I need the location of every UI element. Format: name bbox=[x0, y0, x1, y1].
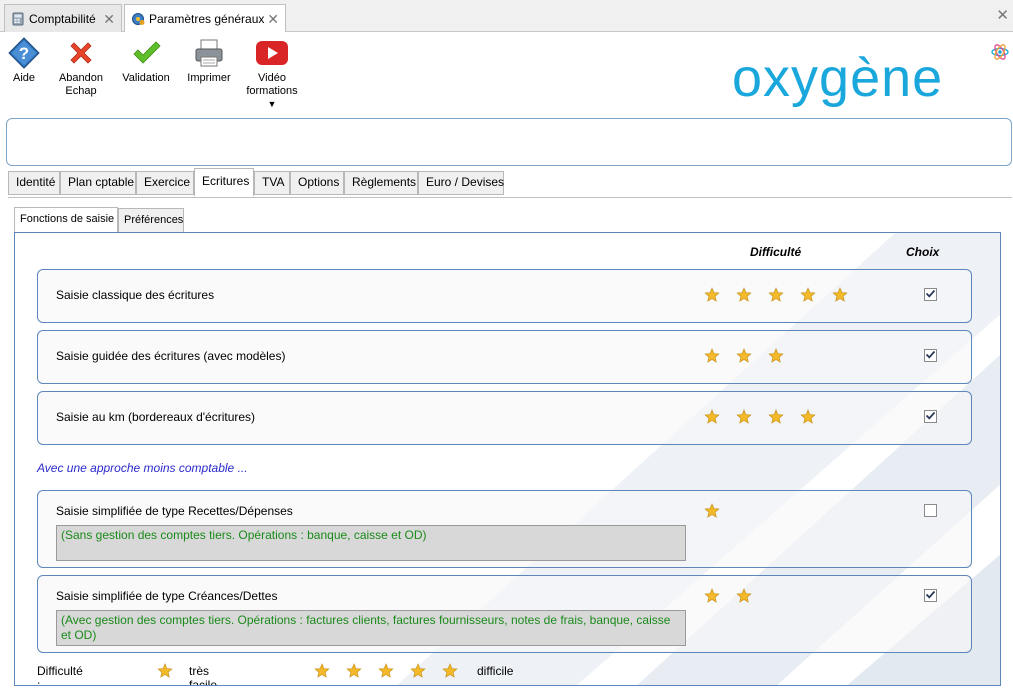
tab-plan-cptable[interactable]: Plan cptable bbox=[60, 171, 136, 195]
atom-logo-icon bbox=[990, 42, 1010, 62]
choice-header: Choix bbox=[906, 245, 940, 259]
print-label: Imprimer bbox=[187, 72, 231, 84]
legend-title: Difficulté : bbox=[37, 664, 83, 686]
star-icon bbox=[736, 409, 752, 425]
star-icon bbox=[378, 663, 394, 679]
simple-option-card: Saisie simplifiée de type Recettes/Dépen… bbox=[37, 490, 972, 568]
validate-label: Validation bbox=[122, 72, 170, 84]
legend-easy-label: très facile bbox=[189, 664, 218, 686]
star-icon bbox=[314, 663, 330, 679]
video-play-icon bbox=[255, 36, 289, 70]
option-label: Saisie simplifiée de type Recettes/Dépen… bbox=[56, 504, 293, 518]
option-checkbox[interactable] bbox=[924, 288, 937, 301]
close-icon[interactable]: ✕ bbox=[267, 11, 279, 28]
settings-gear-icon bbox=[131, 12, 145, 26]
check-mark-icon bbox=[925, 288, 936, 302]
subtab-preferences[interactable]: Préférences bbox=[118, 208, 184, 233]
svg-text:?: ? bbox=[19, 44, 29, 63]
help-label: Aide bbox=[12, 72, 36, 84]
star-icon bbox=[704, 503, 720, 519]
difficulty-stars bbox=[704, 503, 736, 519]
star-icon bbox=[800, 409, 816, 425]
app-window: Comptabilité ✕ Paramètres généraux ✕ ✕ ?… bbox=[0, 0, 1013, 691]
option-label: Saisie au km (bordereaux d'écritures) bbox=[56, 410, 256, 424]
video-training-button[interactable]: Vidéo formations ▼ bbox=[244, 36, 300, 109]
tab-euro-devises[interactable]: Euro / Devises bbox=[418, 171, 504, 195]
star-icon bbox=[736, 348, 752, 364]
dropdown-arrow-icon[interactable]: ▼ bbox=[268, 99, 277, 109]
help-icon: ? bbox=[7, 36, 41, 70]
tab-identite[interactable]: Identité bbox=[8, 171, 60, 195]
star-icon bbox=[768, 287, 784, 303]
option-label: Saisie simplifiée de type Créances/Dette… bbox=[56, 589, 278, 603]
legend-hard-label: difficile bbox=[477, 664, 514, 678]
star-icon bbox=[832, 287, 848, 303]
tab-tva[interactable]: TVA bbox=[254, 171, 290, 195]
cancel-button[interactable]: Abandon Echap bbox=[56, 36, 106, 98]
simple-option-card: Saisie simplifiée de type Créances/Dette… bbox=[37, 575, 972, 653]
print-button[interactable]: Imprimer bbox=[186, 36, 232, 85]
option-checkbox[interactable] bbox=[924, 504, 937, 517]
validate-button[interactable]: Validation bbox=[120, 36, 172, 85]
star-icon bbox=[704, 588, 720, 604]
star-icon bbox=[704, 409, 720, 425]
tab-options[interactable]: Options bbox=[290, 171, 344, 195]
video-label: Vidéo formations bbox=[246, 72, 298, 97]
doc-tab-label: Paramètres généraux bbox=[149, 12, 265, 26]
subtab-fonctions-de-saisie[interactable]: Fonctions de saisie bbox=[14, 207, 118, 233]
option-description: (Sans gestion des comptes tiers. Opérati… bbox=[56, 525, 686, 561]
star-icon bbox=[410, 663, 426, 679]
cancel-x-icon bbox=[64, 36, 98, 70]
help-button[interactable]: ? Aide bbox=[6, 36, 42, 85]
star-icon bbox=[768, 348, 784, 364]
tab-ecritures[interactable]: Ecritures bbox=[194, 168, 254, 196]
option-checkbox[interactable] bbox=[924, 349, 937, 362]
tab-exercice[interactable]: Exercice bbox=[136, 171, 194, 195]
checkmark-icon bbox=[129, 36, 163, 70]
star-icon bbox=[736, 588, 752, 604]
oxygene-logo: oxygène bbox=[732, 48, 944, 108]
option-card: Saisie classique des écritures bbox=[37, 269, 972, 323]
star-icon bbox=[157, 663, 173, 679]
doc-tab-comptabilite[interactable]: Comptabilité ✕ bbox=[4, 4, 122, 32]
close-icon[interactable]: ✕ bbox=[103, 11, 115, 28]
calculator-icon bbox=[11, 12, 25, 26]
option-checkbox[interactable] bbox=[924, 410, 937, 423]
window-close-icon[interactable]: ✕ bbox=[996, 6, 1009, 24]
fonctions-de-saisie-panel: Difficulté Choix Saisie classique des éc… bbox=[14, 232, 1001, 686]
difficulty-stars bbox=[704, 588, 768, 604]
star-icon bbox=[704, 348, 720, 364]
star-icon bbox=[768, 409, 784, 425]
difficulty-header: Difficulté bbox=[750, 245, 802, 259]
doc-tab-parametres-generaux[interactable]: Paramètres généraux ✕ bbox=[124, 4, 286, 33]
toolbar: ? Aide Abandon Echap Validation Imprimer bbox=[0, 32, 1013, 114]
tab-strip-line bbox=[8, 197, 1012, 198]
legend-hard-stars bbox=[314, 663, 474, 679]
info-panel bbox=[6, 118, 1012, 166]
difficulty-stars bbox=[704, 287, 864, 303]
tab-reglements[interactable]: Règlements bbox=[344, 171, 418, 195]
check-mark-icon bbox=[925, 349, 936, 363]
option-label: Saisie classique des écritures bbox=[56, 288, 215, 302]
option-card: Saisie guidée des écritures (avec modèle… bbox=[37, 330, 972, 384]
star-icon bbox=[442, 663, 458, 679]
star-icon bbox=[704, 287, 720, 303]
star-icon bbox=[736, 287, 752, 303]
star-icon bbox=[800, 287, 816, 303]
check-mark-icon bbox=[925, 410, 936, 424]
option-checkbox[interactable] bbox=[924, 589, 937, 602]
cancel-label: Abandon Echap bbox=[58, 72, 104, 97]
option-card: Saisie au km (bordereaux d'écritures) bbox=[37, 391, 972, 445]
option-label: Saisie guidée des écritures (avec modèle… bbox=[56, 349, 286, 363]
legend-easy-stars bbox=[157, 663, 189, 679]
star-icon bbox=[346, 663, 362, 679]
document-tabs: Comptabilité ✕ Paramètres généraux ✕ ✕ bbox=[0, 0, 1013, 33]
difficulty-stars bbox=[704, 348, 800, 364]
doc-tab-label: Comptabilité bbox=[29, 11, 96, 26]
difficulty-stars bbox=[704, 409, 832, 425]
check-mark-icon bbox=[925, 589, 936, 603]
printer-icon bbox=[192, 36, 226, 70]
option-description: (Avec gestion des comptes tiers. Opérati… bbox=[56, 610, 686, 646]
approach-note: Avec une approche moins comptable ... bbox=[37, 461, 248, 475]
